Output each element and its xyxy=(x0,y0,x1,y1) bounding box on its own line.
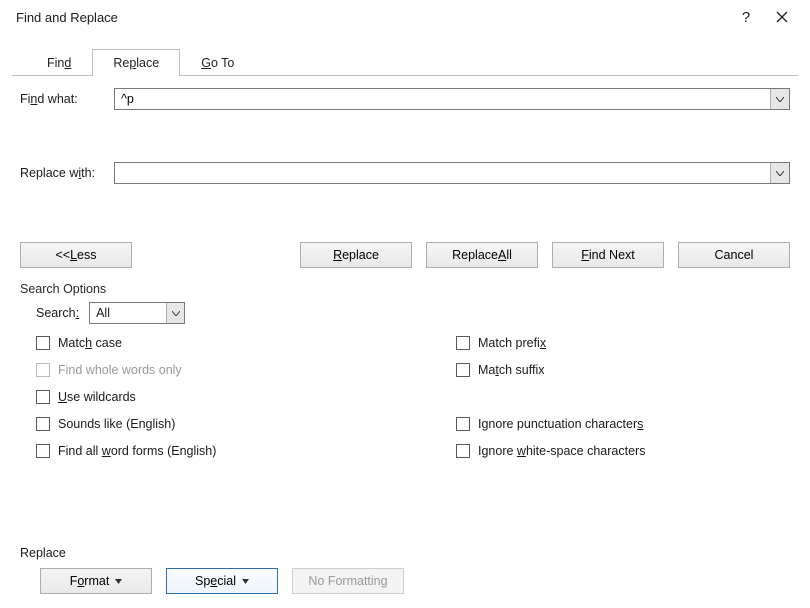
chevron-down-icon xyxy=(172,311,180,316)
replace-with-label: Replace with: xyxy=(20,166,114,180)
find-what-label: Find what: xyxy=(20,92,114,106)
checkbox-icon xyxy=(36,336,50,350)
match-case-checkbox[interactable]: Match case xyxy=(36,334,400,352)
dropdown-arrow-icon xyxy=(115,579,122,584)
replace-with-input[interactable] xyxy=(115,163,770,183)
replace-all-button[interactable]: Replace All xyxy=(426,242,538,268)
search-options-heading: Search Options xyxy=(20,282,790,296)
checkbox-icon xyxy=(36,444,50,458)
checkbox-icon xyxy=(456,444,470,458)
special-button[interactable]: Special xyxy=(166,568,278,594)
word-forms-checkbox[interactable]: Find all word forms (English) xyxy=(36,442,400,460)
search-direction-drop-button[interactable] xyxy=(166,303,184,323)
replace-with-combo[interactable] xyxy=(114,162,790,184)
checkbox-icon xyxy=(456,363,470,377)
less-button[interactable]: << Less xyxy=(20,242,132,268)
cancel-button[interactable]: Cancel xyxy=(678,242,790,268)
whole-words-checkbox: Find whole words only xyxy=(36,361,400,379)
search-direction-label: Search: xyxy=(36,306,79,320)
chevron-down-icon xyxy=(776,97,784,102)
dropdown-arrow-icon xyxy=(242,579,249,584)
chevron-down-icon xyxy=(776,171,784,176)
help-button[interactable]: ? xyxy=(728,2,764,32)
find-what-dropdown[interactable] xyxy=(770,89,789,109)
use-wildcards-checkbox[interactable]: Use wildcards xyxy=(36,388,400,406)
checkbox-icon xyxy=(36,417,50,431)
match-suffix-checkbox[interactable]: Match suffix xyxy=(456,361,740,379)
ignore-whitespace-checkbox[interactable]: Ignore white-space characters xyxy=(456,442,740,460)
checkbox-icon xyxy=(456,417,470,431)
close-icon xyxy=(776,11,788,23)
replace-section-heading: Replace xyxy=(20,546,790,560)
match-prefix-checkbox[interactable]: Match prefix xyxy=(456,334,740,352)
tab-replace[interactable]: Replace xyxy=(92,49,180,76)
checkbox-icon xyxy=(36,390,50,404)
ignore-punctuation-checkbox[interactable]: Ignore punctuation characters xyxy=(456,415,740,433)
tab-find[interactable]: Find xyxy=(26,49,92,76)
find-next-button[interactable]: Find Next xyxy=(552,242,664,268)
tab-goto[interactable]: Go To xyxy=(180,49,255,76)
replace-with-dropdown[interactable] xyxy=(770,163,789,183)
format-button[interactable]: Format xyxy=(40,568,152,594)
no-formatting-button: No Formatting xyxy=(292,568,404,594)
sounds-like-checkbox[interactable]: Sounds like (English) xyxy=(36,415,400,433)
find-what-combo[interactable] xyxy=(114,88,790,110)
replace-button[interactable]: Replace xyxy=(300,242,412,268)
checkbox-icon xyxy=(36,363,50,377)
close-button[interactable] xyxy=(764,2,800,32)
search-direction-dropdown[interactable]: All xyxy=(89,302,185,324)
dialog-title: Find and Replace xyxy=(16,10,118,25)
checkbox-icon xyxy=(456,336,470,350)
find-what-input[interactable] xyxy=(115,89,770,109)
